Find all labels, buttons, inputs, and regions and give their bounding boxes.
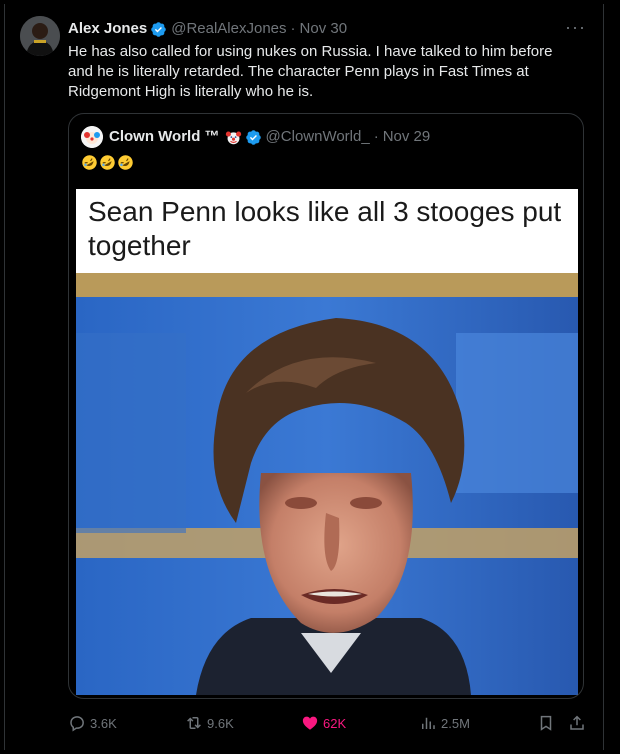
author-handle[interactable]: @RealAlexJones xyxy=(171,19,286,39)
bookmark-icon xyxy=(540,715,552,731)
meme-photo xyxy=(76,273,578,695)
heart-filled-icon xyxy=(302,716,318,730)
reply-icon xyxy=(70,716,84,732)
verified-badge-icon xyxy=(151,21,166,37)
quoted-tweet-date[interactable]: Nov 29 xyxy=(383,127,431,147)
reply-button[interactable]: 3.6K xyxy=(68,712,117,734)
like-count: 62K xyxy=(323,715,347,731)
meme-caption: Sean Penn looks like all 3 stooges put t… xyxy=(88,196,562,261)
share-button[interactable] xyxy=(568,712,590,734)
tweet-date[interactable]: Nov 30 xyxy=(300,19,348,39)
rolling-on-floor-laughing-icon xyxy=(118,155,133,170)
views-chart-icon xyxy=(422,717,435,729)
view-count: 2.5M xyxy=(441,715,470,731)
tweet-actions: 3.6K 9.6K 62K 2.5M xyxy=(68,712,588,734)
quoted-author-name[interactable]: Clown World ™ xyxy=(109,127,220,147)
repost-icon xyxy=(187,717,201,729)
repost-button[interactable]: 9.6K xyxy=(185,712,234,734)
author-avatar[interactable] xyxy=(20,16,60,56)
bookmark-button[interactable] xyxy=(537,712,559,734)
like-button[interactable]: 62K xyxy=(301,712,346,734)
quoted-verified-badge-icon xyxy=(245,129,261,145)
quoted-author-handle[interactable]: @ClownWorld_ xyxy=(266,127,370,147)
rolling-on-floor-laughing-icon xyxy=(82,155,97,170)
quoted-separator-dot: · xyxy=(373,128,379,145)
tweet-text: He has also called for using nukes on Ru… xyxy=(68,43,553,100)
views-button[interactable]: 2.5M xyxy=(419,712,470,734)
quoted-tweet[interactable]: Clown World ™ @ClownWorld_ · Nov 29 Sean… xyxy=(68,113,584,699)
separator-dot: · xyxy=(290,20,296,37)
meme-image[interactable]: Sean Penn looks like all 3 stooges put t… xyxy=(76,189,578,695)
quoted-tweet-text xyxy=(81,153,135,173)
repost-count: 9.6K xyxy=(207,715,234,731)
tweet-header: Alex Jones @RealAlexJones · Nov 30 xyxy=(68,19,580,39)
rolling-on-floor-laughing-icon xyxy=(100,155,115,170)
more-options-icon[interactable]: ··· xyxy=(565,18,586,36)
quoted-tweet-header: Clown World ™ @ClownWorld_ · Nov 29 xyxy=(81,126,430,148)
reply-count: 3.6K xyxy=(90,715,117,731)
clown-face-icon xyxy=(225,131,241,144)
share-icon xyxy=(570,715,584,730)
quoted-author-avatar[interactable] xyxy=(81,126,103,148)
author-name[interactable]: Alex Jones xyxy=(68,19,147,39)
